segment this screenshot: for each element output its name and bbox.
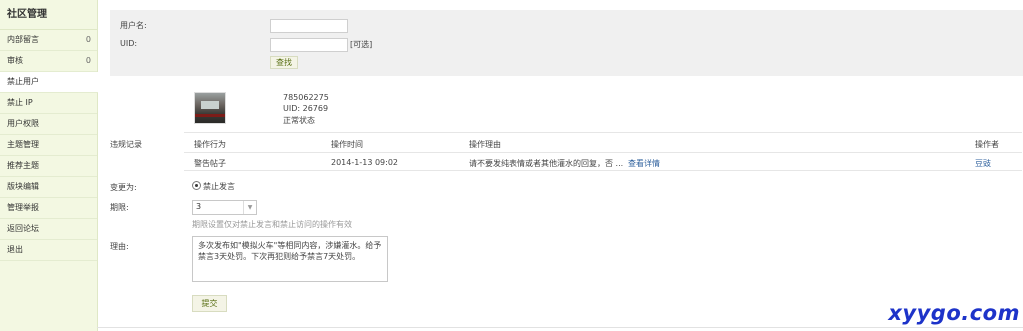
divider	[184, 170, 1022, 171]
period-value: 3	[196, 202, 202, 211]
period-hint: 期限设置仅对禁止发言和禁止访问的操作有效	[192, 220, 352, 229]
period-select[interactable]: 3 ▼	[192, 200, 257, 215]
sidebar-item-logout[interactable]: 退出	[0, 240, 97, 261]
divider	[97, 327, 1023, 328]
divider	[184, 132, 1022, 133]
period-label: 期限:	[110, 203, 129, 212]
sidebar-item-label: 审核	[7, 56, 23, 65]
records-label: 违规记录	[110, 140, 142, 149]
sidebar-item-forum-edit[interactable]: 版块编辑	[0, 177, 97, 198]
change-label: 变更为:	[110, 183, 137, 192]
record-reason: 请不要发纯表情或者其他灌水的回复，否 ...	[469, 159, 624, 168]
sidebar-item-label: 禁止 IP	[7, 98, 33, 107]
col-header-operator: 操作者	[975, 140, 999, 149]
uid-label: UID:	[120, 39, 138, 48]
sidebar: 社区管理 内部留言 0 审核 0 禁止用户 禁止 IP 用户权限 主题管理 推荐主题…	[0, 0, 98, 331]
optional-hint: [可选]	[350, 40, 373, 49]
sidebar-item-ban-ip[interactable]: 禁止 IP	[0, 93, 97, 114]
sidebar-item-label: 退出	[7, 245, 23, 254]
sidebar-item-recommend-thread[interactable]: 推荐主题	[0, 156, 97, 177]
user-uid: UID: 26769	[283, 104, 329, 113]
sidebar-item-count: 0	[85, 56, 91, 65]
ban-speech-option-label: 禁止发言	[203, 182, 235, 191]
sidebar-item-label: 版块编辑	[7, 182, 39, 191]
avatar	[194, 92, 226, 124]
divider	[184, 152, 1022, 153]
sidebar-item-label: 主题管理	[7, 140, 39, 149]
submit-button[interactable]: 提交	[192, 295, 227, 312]
user-status: 正常状态	[283, 116, 315, 125]
sidebar-item-label: 推荐主题	[7, 161, 39, 170]
search-button[interactable]: 查找	[270, 56, 298, 69]
sidebar-item-label: 内部留言	[7, 35, 39, 44]
sidebar-item-back-to-forum[interactable]: 返回论坛	[0, 219, 97, 240]
view-detail-link[interactable]: 查看详情	[628, 158, 660, 169]
sidebar-item-user-permissions[interactable]: 用户权限	[0, 114, 97, 135]
sidebar-item-label: 禁止用户	[7, 77, 39, 86]
sidebar-item-messages[interactable]: 内部留言 0	[0, 30, 97, 51]
user-name: 785062275	[283, 93, 329, 102]
sidebar-item-moderation[interactable]: 审核 0	[0, 51, 97, 72]
sidebar-item-label: 用户权限	[7, 119, 39, 128]
col-header-action: 操作行为	[194, 140, 226, 149]
sidebar-item-label: 管理举报	[7, 203, 39, 212]
username-label: 用户名:	[120, 21, 147, 30]
main-content: 用户名: UID: [可选] 查找 785062275 UID: 26769 正…	[97, 0, 1023, 331]
record-action: 警告帖子	[194, 159, 226, 168]
record-time: 2014-1-13 09:02	[331, 158, 398, 167]
search-panel: 用户名: UID: [可选] 查找	[110, 10, 1023, 76]
col-header-time: 操作时间	[331, 140, 363, 149]
sidebar-item-ban-user[interactable]: 禁止用户	[0, 72, 98, 93]
reason-label: 理由:	[110, 242, 129, 251]
record-operator-link[interactable]: 豆豉	[975, 158, 991, 169]
sidebar-item-thread-management[interactable]: 主题管理	[0, 135, 97, 156]
sidebar-title: 社区管理	[0, 0, 97, 30]
sidebar-item-count: 0	[85, 35, 91, 44]
uid-input[interactable]	[270, 38, 348, 52]
sidebar-item-reports[interactable]: 管理举报	[0, 198, 97, 219]
username-input[interactable]	[270, 19, 348, 33]
sidebar-item-label: 返回论坛	[7, 224, 39, 233]
ban-speech-radio[interactable]	[192, 181, 201, 190]
col-header-reason: 操作理由	[469, 140, 501, 149]
chevron-down-icon: ▼	[243, 201, 256, 214]
reason-textarea[interactable]: 多次发布如"模拟火车"等相同内容，涉嫌灌水。给予禁言3天处罚。下次再犯则给予禁言…	[192, 236, 388, 282]
watermark: xyygo.com	[888, 301, 1020, 325]
